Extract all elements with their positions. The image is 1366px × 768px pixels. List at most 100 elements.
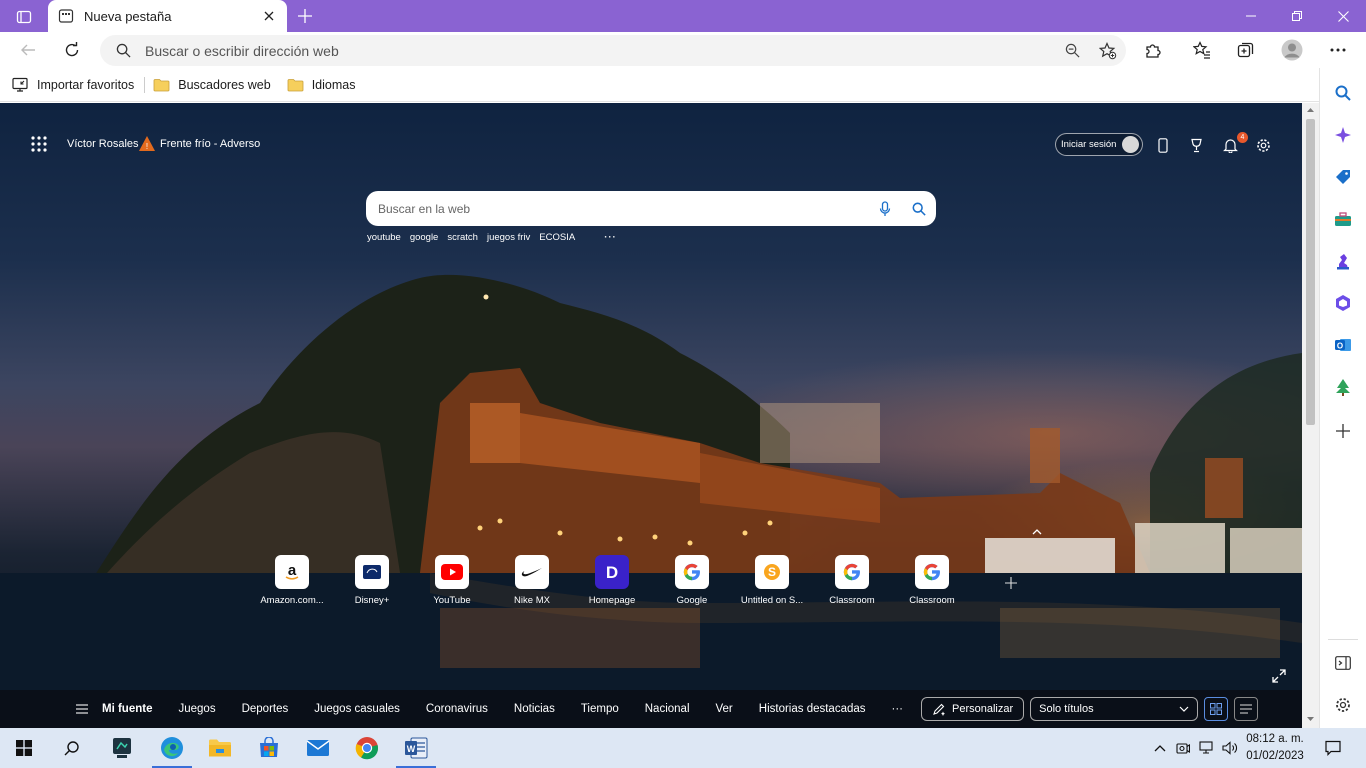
new-tab-button[interactable] (292, 4, 318, 28)
grid-view-button[interactable] (1204, 697, 1229, 721)
mobile-button[interactable] (1153, 135, 1173, 155)
feed-tab-historias[interactable]: Historias destacadas (759, 703, 866, 715)
chevron-up-icon[interactable] (1031, 528, 1043, 536)
refresh-button[interactable] (58, 36, 86, 64)
profile-button[interactable] (1277, 36, 1307, 64)
quick-link-youtube[interactable]: YouTube (412, 555, 492, 606)
quick-link-amazon[interactable]: a Amazon.com... (252, 555, 332, 606)
quick-link-classroom-1[interactable]: Classroom (812, 555, 892, 606)
show-hidden-icons-button[interactable] (1150, 738, 1170, 758)
zoom-button[interactable] (1054, 37, 1090, 65)
taskbar-microsoft-store[interactable] (245, 728, 293, 768)
apps-launcher-button[interactable] (30, 135, 48, 156)
taskbar-edge[interactable] (148, 728, 196, 768)
clock[interactable]: 08:12 a. m. 01/02/2023 (1240, 731, 1310, 765)
favorite-label: Buscadores web (178, 77, 271, 92)
feed-tab-coronavirus[interactable]: Coronavirus (426, 703, 488, 715)
list-view-button[interactable] (1234, 697, 1259, 721)
collections-button[interactable] (1231, 36, 1261, 64)
start-button[interactable] (0, 728, 48, 768)
suggestion-link[interactable]: ECOSIA (539, 232, 575, 243)
address-bar[interactable]: Buscar o escribir dirección web (100, 35, 1126, 66)
taskbar-word[interactable]: W (392, 728, 440, 768)
feed-tab-nacional[interactable]: Nacional (645, 703, 690, 715)
notifications-center-button[interactable] (1323, 738, 1343, 758)
sidebar-tools-button[interactable] (1332, 208, 1354, 230)
taskbar-mail[interactable] (294, 728, 342, 768)
quick-link-label: Google (676, 595, 708, 606)
quick-link-google[interactable]: Google (652, 555, 732, 606)
taskbar-chrome[interactable] (343, 728, 391, 768)
svg-text:W: W (407, 744, 416, 754)
settings-menu-button[interactable] (1323, 36, 1353, 64)
add-quick-link-button[interactable] (1003, 575, 1019, 591)
feed-tab-juegos[interactable]: Juegos (178, 703, 215, 715)
favorites-button[interactable] (1187, 36, 1217, 64)
close-window-button[interactable] (1320, 0, 1366, 32)
suggestion-link[interactable]: youtube (367, 232, 401, 243)
add-favorite-button[interactable] (1090, 37, 1126, 65)
favorite-folder-buscadores[interactable]: Buscadores web (153, 73, 271, 97)
feed-menu-button[interactable] (76, 704, 90, 714)
page-settings-button[interactable] (1253, 135, 1273, 155)
sidebar-search-button[interactable] (1332, 82, 1354, 104)
page-scrollbar[interactable] (1302, 103, 1319, 728)
sidebar-games-button[interactable] (1332, 250, 1354, 272)
signin-button[interactable]: Iniciar sesión (1055, 133, 1143, 156)
personalize-button[interactable]: Personalizar (921, 697, 1025, 721)
expand-icon[interactable] (1272, 669, 1286, 683)
suggestions-more-button[interactable]: ··· (604, 232, 617, 243)
sidebar-hide-button[interactable] (1332, 652, 1354, 674)
layout-select-value: Solo títulos (1039, 703, 1094, 715)
tab-close-button[interactable] (261, 8, 277, 24)
tab-actions-button[interactable] (8, 6, 40, 28)
weather-alert[interactable]: ! Frente frío - Adverso (138, 135, 260, 153)
favorite-folder-idiomas[interactable]: Idiomas (287, 73, 355, 97)
search-submit-button[interactable] (902, 194, 936, 224)
sidebar-add-button[interactable] (1332, 420, 1354, 442)
sidebar-outlook-button[interactable]: O (1332, 334, 1354, 356)
taskbar-app-store-kiosk[interactable] (98, 728, 146, 768)
sidebar-settings-button[interactable] (1332, 694, 1354, 716)
restore-button[interactable] (1274, 0, 1320, 32)
user-name[interactable]: Víctor Rosales (67, 138, 139, 150)
feed-tab-tiempo[interactable]: Tiempo (581, 703, 619, 715)
tray-meet-button[interactable] (1173, 738, 1193, 758)
svg-text:O: O (1337, 341, 1343, 350)
tray-volume-button[interactable] (1220, 738, 1240, 758)
suggestion-link[interactable]: juegos friv (487, 232, 530, 243)
feed-tab-juegos-casuales[interactable]: Juegos casuales (314, 703, 400, 715)
taskbar-search-button[interactable] (48, 728, 96, 768)
feed-tab-ver[interactable]: Ver (716, 703, 733, 715)
layout-select[interactable]: Solo títulos (1030, 697, 1199, 721)
sidebar-shopping-button[interactable] (1332, 166, 1354, 188)
suggestion-link[interactable]: google (410, 232, 439, 243)
chevron-up-icon (1154, 745, 1166, 752)
feed-tab-mi-fuente[interactable]: Mi fuente (102, 703, 152, 715)
import-icon (12, 77, 28, 92)
extensions-button[interactable] (1138, 36, 1168, 64)
feed-tab-noticias[interactable]: Noticias (514, 703, 555, 715)
voice-search-button[interactable] (868, 194, 902, 224)
taskbar-file-explorer[interactable] (196, 728, 244, 768)
feed-more-button[interactable]: ··· (892, 703, 904, 715)
feed-tab-deportes[interactable]: Deportes (242, 703, 289, 715)
rewards-button[interactable] (1186, 135, 1206, 155)
web-search-box[interactable]: Buscar en la web (366, 191, 936, 226)
tab-nueva-pestana[interactable]: Nueva pestaña (48, 0, 287, 32)
quick-link-nike[interactable]: Nike MX (492, 555, 572, 606)
sidebar-discover-button[interactable] (1332, 124, 1354, 146)
favorite-import[interactable]: Importar favoritos (12, 73, 134, 97)
scrollbar-thumb[interactable] (1306, 119, 1315, 425)
quick-link-homepage[interactable]: D Homepage (572, 555, 652, 606)
office-icon (1336, 295, 1350, 311)
suggestion-link[interactable]: scratch (447, 232, 478, 243)
minimize-button[interactable] (1228, 0, 1274, 32)
sidebar-tree-button[interactable] (1332, 376, 1354, 398)
tray-network-button[interactable] (1197, 738, 1217, 758)
quick-link-scratch[interactable]: S Untitled on S... (732, 555, 812, 606)
quick-link-classroom-2[interactable]: Classroom (892, 555, 972, 606)
quick-link-disney[interactable]: Disney+ (332, 555, 412, 606)
back-button[interactable] (14, 36, 42, 64)
sidebar-office-button[interactable] (1332, 292, 1354, 314)
